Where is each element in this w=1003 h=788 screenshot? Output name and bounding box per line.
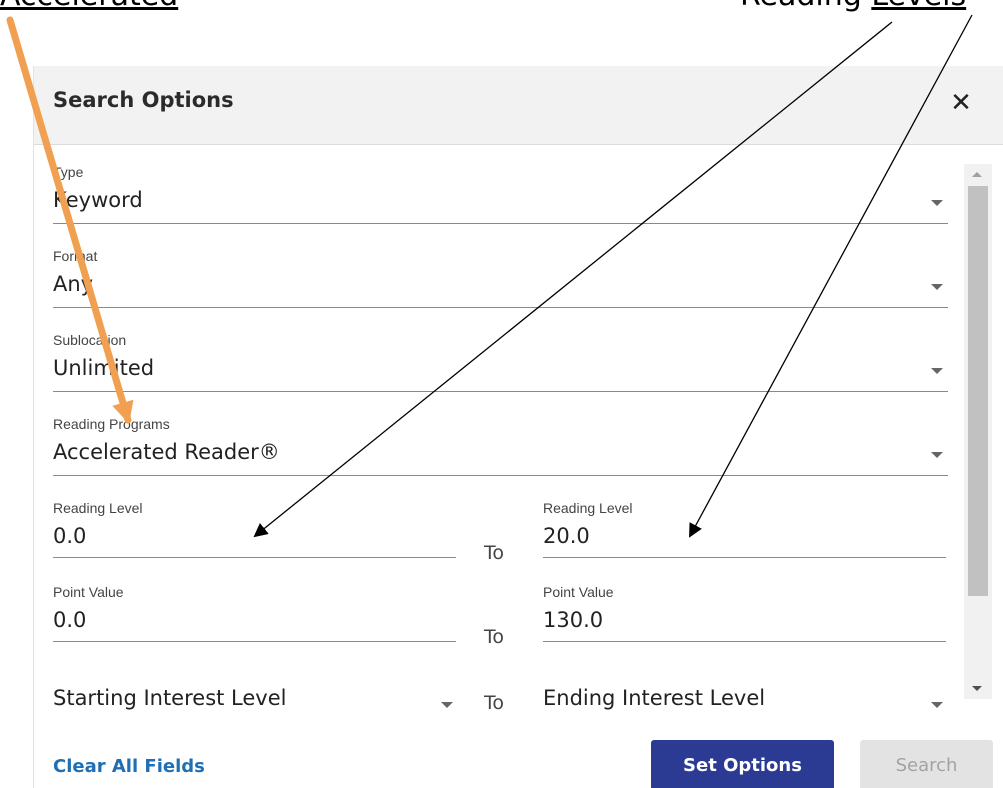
reading-programs-value: Accelerated Reader® <box>53 440 280 464</box>
point-value-to-label: To <box>484 626 505 648</box>
type-value: Keyword <box>53 188 143 212</box>
type-select[interactable]: Type Keyword <box>53 164 948 224</box>
format-label: Format <box>53 248 98 264</box>
reading-level-min-underline <box>53 557 456 558</box>
sublocation-underline <box>53 391 948 392</box>
starting-interest-level-select[interactable]: Starting Interest Level <box>53 686 456 716</box>
caption-right: Reading Levels <box>740 0 966 13</box>
reading-programs-select[interactable]: Reading Programs Accelerated Reader® <box>53 416 948 476</box>
point-value-min-input[interactable]: Point Value 0.0 <box>53 584 456 642</box>
caption-right-link: Levels <box>871 0 966 13</box>
format-select[interactable]: Format Any <box>53 248 948 308</box>
dialog-title: Search Options <box>53 88 234 112</box>
point-value-min-label: Point Value <box>53 584 124 600</box>
dialog-header: Search Options ✕ <box>34 66 1003 145</box>
reading-level-max-value: 20.0 <box>543 524 590 548</box>
caption-left: Accelerated <box>0 0 178 13</box>
point-value-min-value: 0.0 <box>53 608 87 632</box>
sublocation-label: Sublocation <box>53 332 127 348</box>
reading-programs-label: Reading Programs <box>53 416 170 432</box>
sublocation-value: Unlimited <box>53 356 155 380</box>
ending-interest-level-select[interactable]: Ending Interest Level <box>543 686 946 716</box>
reading-programs-underline <box>53 475 948 476</box>
chevron-down-icon[interactable] <box>931 702 943 708</box>
interest-to-label: To <box>484 692 505 714</box>
chevron-down-icon[interactable] <box>931 452 943 458</box>
ending-interest-level-value: Ending Interest Level <box>543 686 766 710</box>
reading-level-max-input[interactable]: Reading Level 20.0 <box>543 500 946 558</box>
point-value-max-value: 130.0 <box>543 608 604 632</box>
search-button[interactable]: Search <box>860 740 993 788</box>
set-options-button[interactable]: Set Options <box>651 740 834 788</box>
format-value: Any <box>53 272 94 296</box>
close-icon[interactable]: ✕ <box>946 88 976 118</box>
caption-right-prefix: Reading <box>740 0 862 13</box>
reading-level-min-input[interactable]: Reading Level 0.0 <box>53 500 456 558</box>
reading-level-min-value: 0.0 <box>53 524 87 548</box>
reading-level-to-label: To <box>484 542 505 564</box>
reading-level-max-label: Reading Level <box>543 500 633 516</box>
chevron-down-icon[interactable] <box>931 284 943 290</box>
reading-level-min-label: Reading Level <box>53 500 143 516</box>
top-caption: Accelerated Reading Levels <box>0 0 1003 18</box>
starting-interest-level-value: Starting Interest Level <box>53 686 287 710</box>
clear-all-fields-link[interactable]: Clear All Fields <box>53 756 205 777</box>
point-value-max-label: Point Value <box>543 584 614 600</box>
reading-level-max-underline <box>543 557 946 558</box>
type-underline <box>53 223 948 224</box>
type-label: Type <box>53 164 84 180</box>
scroll-down-icon[interactable] <box>972 686 982 691</box>
search-options-dialog: Search Options ✕ Type Keyword Format Any… <box>33 66 1003 788</box>
scrollbar-thumb[interactable] <box>968 186 988 596</box>
chevron-down-icon[interactable] <box>931 368 943 374</box>
format-underline <box>53 307 948 308</box>
chevron-down-icon[interactable] <box>931 200 943 206</box>
chevron-down-icon[interactable] <box>441 702 453 708</box>
point-value-min-underline <box>53 641 456 642</box>
sublocation-select[interactable]: Sublocation Unlimited <box>53 332 948 392</box>
scroll-up-icon[interactable] <box>972 172 982 177</box>
point-value-max-underline <box>543 641 946 642</box>
point-value-max-input[interactable]: Point Value 130.0 <box>543 584 946 642</box>
page: Accelerated Reading Levels Search Option… <box>0 0 1003 788</box>
